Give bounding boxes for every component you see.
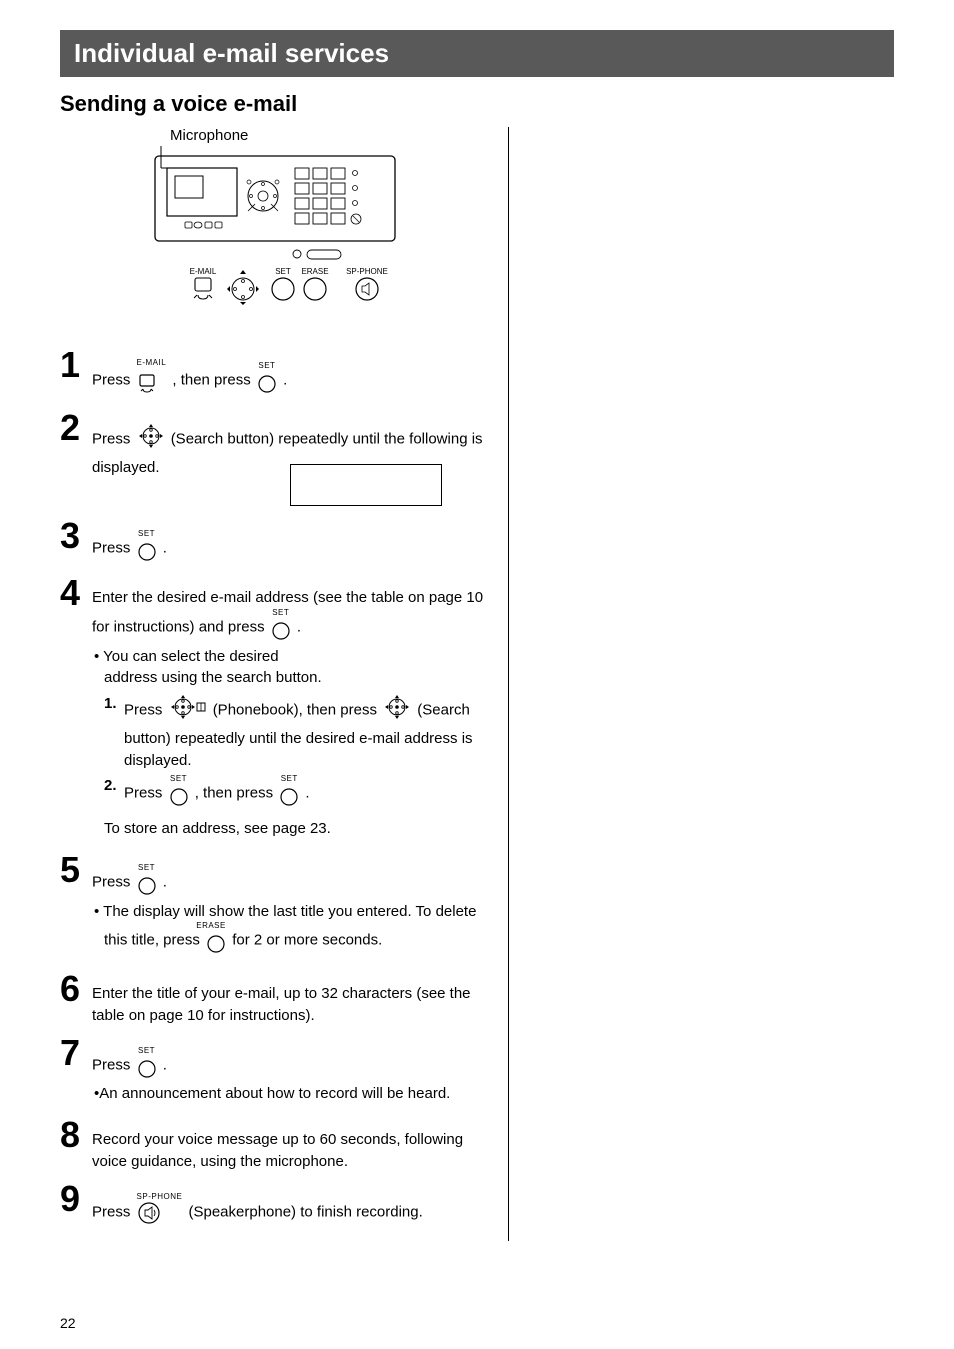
step-text: (Phonebook), then press [213,701,381,718]
step-text: An announcement about how to record will… [92,1083,450,1105]
step-text: Press [124,701,167,718]
set-button-icon: SET [169,775,189,812]
step-number: 2 [60,410,88,446]
step-9: 9 Press SP-PHONE (Speakerphone) to finis… [60,1183,490,1232]
step-number: 7 [60,1035,88,1071]
step-text: Press [124,785,167,802]
step-text: Press [92,540,135,557]
step-3: 3 Press SET . [60,520,490,567]
phonebook-nav-icon [169,693,207,728]
set-button-icon: SET [257,362,277,399]
substep-1: 1. Press (Phonebook), then press (Search… [104,693,490,771]
erase-button-icon: ERASE [206,922,226,959]
step-5: 5 Press SET . The display will show the … [60,854,490,963]
step-2: 2 Press (Search button) repeatedly until… [60,412,490,479]
substep-2: 2. Press SET , then press SET [104,775,490,812]
step-text: Enter the title of your e-mail, up to 32… [92,985,471,1024]
step-text: Press [92,873,135,890]
step-text: . [305,785,309,802]
step-text: . [163,540,167,557]
step-1: 1 Press E-MAIL , then press SET . [60,349,490,402]
section-title: Individual e-mail services [60,30,894,77]
microphone-label: Microphone [170,127,490,144]
section-subtitle: Sending a voice e-mail [60,91,894,117]
step-number: 6 [60,971,88,1007]
step-text: To store an address, see page 23. [104,818,490,840]
step-text: (Speakerphone) to finish recording. [188,1203,422,1220]
search-nav-icon [383,693,411,728]
step-text: Press [92,1056,135,1073]
step-text: Record your voice message up to 60 secon… [92,1131,463,1170]
step-text: Press [92,371,135,388]
step-text: , then press [195,785,278,802]
spphone-button-icon: SP-PHONE [137,1193,183,1232]
step-number: 5 [60,852,88,888]
device-label-spphone: SP-PHONE [346,267,388,276]
step-number: 3 [60,518,88,554]
step-text: Press [92,1203,135,1220]
email-button-icon: E-MAIL [137,359,167,402]
step-text: . [163,873,167,890]
step-number: 1 [60,347,88,383]
step-text: for 2 or more seconds. [232,932,382,949]
step-text: . [283,371,287,388]
step-number: 8 [60,1117,88,1153]
step-text: address using the search button. [104,669,322,686]
step-7: 7 Press SET . An announcement about how … [60,1037,490,1110]
set-button-icon: SET [137,864,157,901]
step-number: 4 [60,575,88,611]
step-text: , then press [172,371,255,388]
step-text: You can select the desired [103,648,278,665]
step-6: 6 Enter the title of your e-mail, up to … [60,973,490,1027]
set-button-icon: SET [137,1047,157,1084]
page-number: 22 [60,1315,76,1331]
step-text: . [163,1056,167,1073]
step-number: 9 [60,1181,88,1217]
search-nav-icon [137,422,165,457]
device-label-erase: ERASE [301,267,328,276]
step-text: . [297,618,301,635]
device-label-email: E-MAIL [190,267,217,276]
step-4: 4 Enter the desired e-mail address (see … [60,577,490,844]
device-illustration: E-MAIL SET [60,146,490,331]
step-text: Press [92,430,135,447]
step-8: 8 Record your voice message up to 60 sec… [60,1119,490,1173]
device-label-set: SET [275,267,291,276]
set-button-icon: SET [137,530,157,567]
set-button-icon: SET [279,775,299,812]
set-button-icon: SET [271,609,291,646]
